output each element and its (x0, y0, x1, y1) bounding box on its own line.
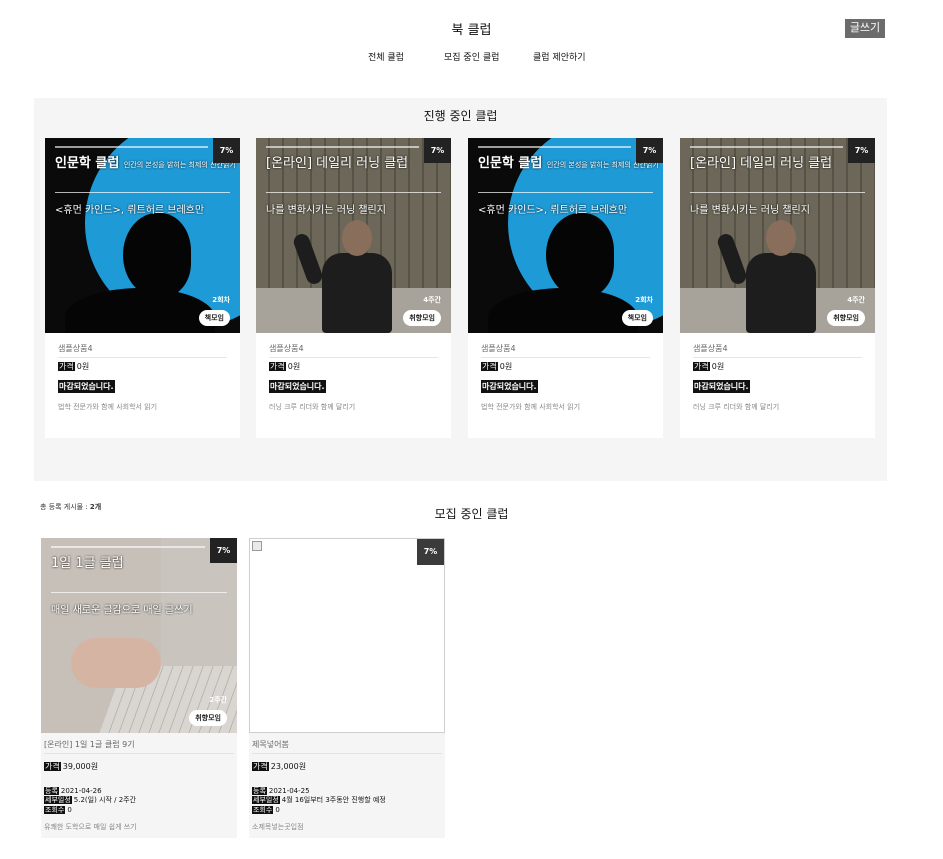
club-info: 샘플상품4 가격 0원 마감되었습니다. 법학 전문가와 함께 사회학서 읽기 (45, 333, 240, 438)
club-name[interactable]: [온라인] 1일 1글 클럽 9기 (44, 739, 135, 750)
club-thumbnail[interactable]: 1일 1글 클럽 매일 새로운 글감으로 매일 글쓰기 2주간 취향모임 7% (41, 538, 237, 733)
closed-status: 마감되었습니다. (481, 380, 538, 393)
progress-percent-badge: 7% (848, 138, 875, 163)
club-name[interactable]: 샘플상품4 (269, 343, 304, 354)
club-thumbnail[interactable]: [온라인] 데일리 러닝 클럽 나를 변화시키는 러닝 챌린지 4주간 취향모임… (256, 138, 451, 333)
nav-all-clubs[interactable]: 전체 클럽 (368, 50, 404, 63)
club-info: 샘플상품4 가격 0원 마감되었습니다. 러닝 크루 리더와 함께 달리기 (256, 333, 451, 438)
club-description: 소제목넣는곳입점 (252, 823, 304, 831)
closed-status: 마감되었습니다. (269, 380, 326, 393)
club-price: 가격 0원 (481, 362, 513, 371)
thumb-subtitle: <휴먼 카인드>, 뤼트허르 브레흐만 (55, 205, 205, 216)
recruit-card[interactable]: 1일 1글 클럽 매일 새로운 글감으로 매일 글쓰기 2주간 취향모임 7% … (41, 538, 237, 838)
club-name[interactable]: 샘플상품4 (58, 343, 93, 354)
view-count: 조회수 0 (252, 806, 280, 814)
club-description: 러닝 크루 리더와 함께 달리기 (693, 403, 780, 411)
duration-label: 2회차 (212, 296, 230, 304)
page-title: 북 클럽 (451, 23, 492, 38)
category-badge: 책모임 (198, 310, 230, 326)
club-price: 가격 0원 (269, 362, 301, 371)
nav-recruiting-clubs[interactable]: 모집 중인 클럽 (444, 50, 499, 63)
write-button[interactable]: 글쓰기 (845, 19, 885, 38)
thumb-title: 1일 1글 클럽 (51, 556, 124, 571)
club-description: 유쾌한 도학으로 매일 쉽게 쓰기 (44, 823, 137, 831)
progress-percent-badge: 7% (213, 138, 240, 163)
schedule: 세부일정 4월 16일부터 3주동안 진행할 예정 (252, 796, 386, 804)
progress-percent-badge: 7% (424, 138, 451, 163)
club-thumbnail[interactable]: 인문학 클럽 인간의 본성을 밝히는 최제의 신간읽기 <휴먼 카인드>, 뤼트… (468, 138, 663, 333)
thumb-title: [온라인] 데일리 러닝 클럽 (690, 156, 833, 171)
club-thumbnail[interactable]: [온라인] 데일리 러닝 클럽 나를 변화시키는 러닝 챌린지 4주간 취향모임… (680, 138, 875, 333)
recruiting-section-title: 모집 중인 클럽 (434, 507, 509, 521)
broken-image-icon (252, 541, 262, 551)
duration-label: 4주간 (423, 296, 441, 304)
club-thumbnail[interactable]: 인문학 클럽 인간의 본성을 밝히는 최제의 신간읽기 <휴먼 카인드>, 뤼트… (45, 138, 240, 333)
thumb-subtitle: <휴먼 카인드>, 뤼트허르 브레흐만 (478, 205, 628, 216)
category-badge: 책모임 (621, 310, 653, 326)
thumb-title: 인문학 클럽 인간의 본성을 밝히는 최제의 신간읽기 (55, 156, 236, 171)
ongoing-section-title: 진행 중인 클럽 (423, 109, 498, 123)
closed-status: 마감되었습니다. (58, 380, 115, 393)
thumb-title: [온라인] 데일리 러닝 클럽 (266, 156, 409, 171)
thumb-subtitle: 매일 새로운 글감으로 매일 글쓰기 (51, 605, 193, 616)
club-name[interactable]: 제목넣어봄 (252, 739, 289, 750)
duration-label: 4주간 (847, 296, 865, 304)
thumb-subtitle: 나를 변화시키는 러닝 챌린지 (690, 205, 810, 216)
club-price: 가격 23,000원 (252, 762, 307, 771)
club-name[interactable]: 샘플상품4 (693, 343, 728, 354)
club-price: 가격 0원 (58, 362, 90, 371)
duration-label: 2주간 (209, 696, 227, 704)
ongoing-clubs-section: 진행 중인 클럽 인문학 클럽 인간의 본성을 밝히는 최제의 신간읽기 <휴먼… (34, 98, 887, 481)
club-card[interactable]: [온라인] 데일리 러닝 클럽 나를 변화시키는 러닝 챌린지 4주간 취향모임… (680, 138, 875, 438)
thumb-title: 인문학 클럽 인간의 본성을 밝히는 최제의 신간읽기 (478, 156, 659, 171)
club-card[interactable]: 인문학 클럽 인간의 본성을 밝히는 최제의 신간읽기 <휴먼 카인드>, 뤼트… (468, 138, 663, 438)
club-info: 샘플상품4 가격 0원 마감되었습니다. 러닝 크루 리더와 함께 달리기 (680, 333, 875, 438)
club-description: 법학 전문가와 함께 사회학서 읽기 (481, 403, 581, 411)
progress-percent-badge: 7% (636, 138, 663, 163)
schedule: 세부일정 5.2(일) 시작 / 2주간 (44, 796, 137, 804)
category-badge: 취향모임 (827, 310, 865, 326)
club-card[interactable]: [온라인] 데일리 러닝 클럽 나를 변화시키는 러닝 챌린지 4주간 취향모임… (256, 138, 451, 438)
club-description: 법학 전문가와 함께 사회학서 읽기 (58, 403, 158, 411)
club-description: 러닝 크루 리더와 함께 달리기 (269, 403, 356, 411)
duration-label: 2회차 (635, 296, 653, 304)
category-badge: 취향모임 (403, 310, 441, 326)
category-badge: 취향모임 (189, 710, 227, 726)
view-count: 조회수 0 (44, 806, 72, 814)
club-card[interactable]: 인문학 클럽 인간의 본성을 밝히는 최제의 신간읽기 <휴먼 카인드>, 뤼트… (45, 138, 240, 438)
club-info: 샘플상품4 가격 0원 마감되었습니다. 법학 전문가와 함께 사회학서 읽기 (468, 333, 663, 438)
thumb-subtitle: 나를 변화시키는 러닝 챌린지 (266, 205, 386, 216)
club-name[interactable]: 샘플상품4 (481, 343, 516, 354)
club-price: 가격 39,000원 (44, 762, 99, 771)
club-thumbnail[interactable]: 7% (249, 538, 445, 733)
progress-percent-badge: 7% (210, 538, 237, 563)
club-info: 제목넣어봄 가격 23,000원 등록 2021-04-25 세부일정 4월 16일부… (249, 733, 445, 838)
club-nav: 전체 클럽 모집 중인 클럽 클럽 제안하기 (0, 50, 943, 64)
recruit-card[interactable]: 7% 제목넣어봄 가격 23,000원 등록 2021-04-25 세부일정 4월 1… (249, 538, 445, 838)
closed-status: 마감되었습니다. (693, 380, 750, 393)
nav-propose-club[interactable]: 클럽 제안하기 (533, 50, 586, 63)
progress-percent-badge: 7% (417, 539, 444, 565)
club-info: [온라인] 1일 1글 클럽 9기 가격 39,000원 등록 2021-04-26… (41, 733, 237, 838)
club-price: 가격 0원 (693, 362, 725, 371)
